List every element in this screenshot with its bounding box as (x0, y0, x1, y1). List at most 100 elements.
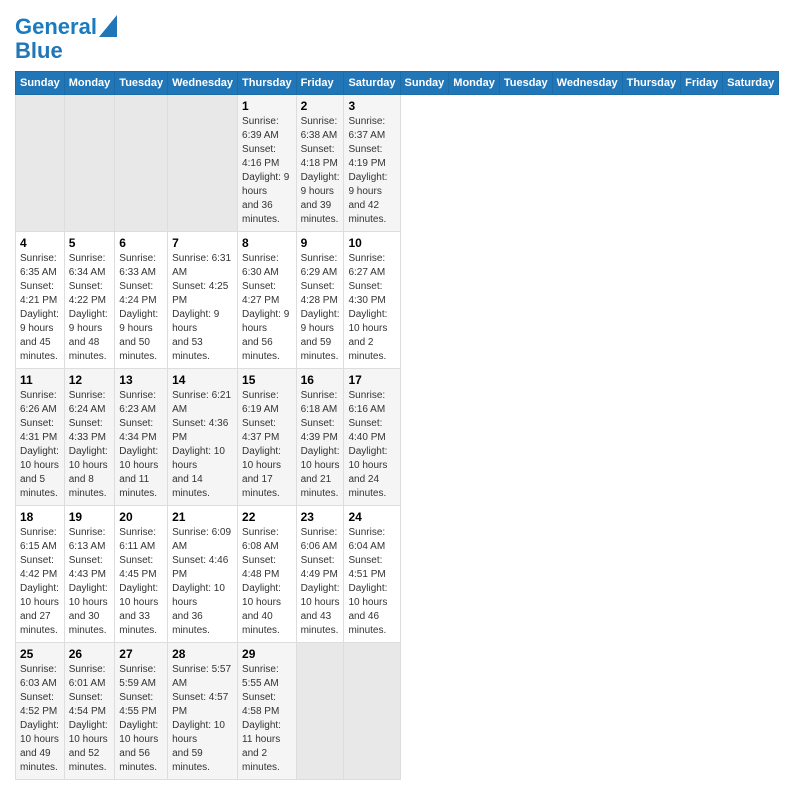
day-number: 10 (348, 236, 395, 250)
calendar-cell: 28 Sunrise: 5:57 AMSunset: 4:57 PMDayligh… (168, 643, 238, 780)
day-info: Sunrise: 6:27 AMSunset: 4:30 PMDaylight:… (348, 252, 395, 364)
day-info: Sunrise: 6:21 AMSunset: 4:36 PMDaylight:… (172, 389, 233, 501)
day-info: Sunrise: 5:55 AMSunset: 4:58 PMDaylight:… (242, 663, 292, 775)
calendar-cell: 5 Sunrise: 6:34 AMSunset: 4:22 PMDaylight… (64, 232, 115, 369)
day-info: Sunrise: 6:08 AMSunset: 4:48 PMDaylight:… (242, 526, 292, 638)
calendar-cell: 8Sunrise: 6:30 AMSunset: 4:27 PMDaylight… (238, 232, 297, 369)
logo-blue-text: Blue (15, 39, 63, 63)
calendar-cell: 27 Sunrise: 5:59 AMSunset: 4:55 PMDayligh… (115, 643, 168, 780)
calendar-cell (344, 643, 400, 780)
day-info: Sunrise: 6:13 AMSunset: 4:43 PMDaylight:… (69, 526, 111, 638)
day-info: Sunrise: 6:06 AMSunset: 4:49 PMDaylight:… (301, 526, 340, 638)
day-of-week-header: Thursday (622, 72, 681, 95)
day-of-week-header: Wednesday (168, 72, 238, 95)
day-info: Sunrise: 6:31 AMSunset: 4:25 PMDaylight:… (172, 252, 233, 364)
day-of-week-header: Wednesday (552, 72, 622, 95)
calendar-cell: 1 Sunrise: 6:39 AMSunset: 4:16 PMDaylight… (238, 95, 297, 232)
day-info: Sunrise: 6:33 AMSunset: 4:24 PMDaylight:… (119, 252, 163, 364)
day-number: 26 (69, 647, 111, 661)
calendar-cell: 17 Sunrise: 6:16 AMSunset: 4:40 PMDayligh… (344, 369, 400, 506)
day-number: 27 (119, 647, 163, 661)
calendar-cell: 13 Sunrise: 6:23 AMSunset: 4:34 PMDayligh… (115, 369, 168, 506)
day-number: 28 (172, 647, 233, 661)
day-number: 12 (69, 373, 111, 387)
day-of-week-header: Friday (296, 72, 344, 95)
calendar-cell: 26 Sunrise: 6:01 AMSunset: 4:54 PMDayligh… (64, 643, 115, 780)
day-number: 11 (20, 373, 60, 387)
calendar-table: SundayMondayTuesdayWednesdayThursdayFrid… (15, 71, 779, 780)
calendar-cell: 22 Sunrise: 6:08 AMSunset: 4:48 PMDayligh… (238, 506, 297, 643)
day-of-week-header: Thursday (238, 72, 297, 95)
day-number: 1 (242, 99, 292, 113)
calendar-cell: 16 Sunrise: 6:18 AMSunset: 4:39 PMDayligh… (296, 369, 344, 506)
day-number: 3 (348, 99, 395, 113)
day-info: Sunrise: 6:01 AMSunset: 4:54 PMDaylight:… (69, 663, 111, 775)
calendar-cell (296, 643, 344, 780)
day-info: Sunrise: 6:34 AMSunset: 4:22 PMDaylight:… (69, 252, 111, 364)
day-info: Sunrise: 6:37 AMSunset: 4:19 PMDaylight:… (348, 115, 395, 227)
day-info: Sunrise: 6:18 AMSunset: 4:39 PMDaylight:… (301, 389, 340, 501)
calendar-week-row: 1 Sunrise: 6:39 AMSunset: 4:16 PMDaylight… (16, 95, 779, 232)
day-number: 9 (301, 236, 340, 250)
calendar-week-row: 18Sunrise: 6:15 AMSunset: 4:42 PMDayligh… (16, 506, 779, 643)
calendar-cell: 7 Sunrise: 6:31 AMSunset: 4:25 PMDaylight… (168, 232, 238, 369)
day-number: 23 (301, 510, 340, 524)
calendar-cell: 15 Sunrise: 6:19 AMSunset: 4:37 PMDayligh… (238, 369, 297, 506)
day-info: Sunrise: 5:57 AMSunset: 4:57 PMDaylight:… (172, 663, 233, 775)
day-of-week-header: Tuesday (499, 72, 552, 95)
day-info: Sunrise: 6:11 AMSunset: 4:45 PMDaylight:… (119, 526, 163, 638)
calendar-cell: 9 Sunrise: 6:29 AMSunset: 4:28 PMDaylight… (296, 232, 344, 369)
day-of-week-header: Sunday (400, 72, 449, 95)
day-number: 7 (172, 236, 233, 250)
day-number: 21 (172, 510, 233, 524)
day-number: 17 (348, 373, 395, 387)
day-number: 18 (20, 510, 60, 524)
day-of-week-header: Friday (681, 72, 723, 95)
calendar-week-row: 25Sunrise: 6:03 AMSunset: 4:52 PMDayligh… (16, 643, 779, 780)
calendar-week-row: 4 Sunrise: 6:35 AMSunset: 4:21 PMDaylight… (16, 232, 779, 369)
day-number: 15 (242, 373, 292, 387)
calendar-cell: 6 Sunrise: 6:33 AMSunset: 4:24 PMDaylight… (115, 232, 168, 369)
day-info: Sunrise: 5:59 AMSunset: 4:55 PMDaylight:… (119, 663, 163, 775)
day-number: 25 (20, 647, 60, 661)
calendar-cell: 11 Sunrise: 6:26 AMSunset: 4:31 PMDayligh… (16, 369, 65, 506)
calendar-cell (64, 95, 115, 232)
day-info: Sunrise: 6:16 AMSunset: 4:40 PMDaylight:… (348, 389, 395, 501)
day-of-week-header: Sunday (16, 72, 65, 95)
day-number: 4 (20, 236, 60, 250)
calendar-cell: 12 Sunrise: 6:24 AMSunset: 4:33 PMDayligh… (64, 369, 115, 506)
calendar-week-row: 11 Sunrise: 6:26 AMSunset: 4:31 PMDayligh… (16, 369, 779, 506)
calendar-cell: 19 Sunrise: 6:13 AMSunset: 4:43 PMDayligh… (64, 506, 115, 643)
calendar-cell: 18Sunrise: 6:15 AMSunset: 4:42 PMDayligh… (16, 506, 65, 643)
day-info: Sunrise: 6:35 AMSunset: 4:21 PMDaylight:… (20, 252, 60, 364)
day-number: 6 (119, 236, 163, 250)
day-number: 19 (69, 510, 111, 524)
calendar-cell: 25Sunrise: 6:03 AMSunset: 4:52 PMDayligh… (16, 643, 65, 780)
calendar-cell (168, 95, 238, 232)
day-number: 20 (119, 510, 163, 524)
day-number: 16 (301, 373, 340, 387)
day-number: 14 (172, 373, 233, 387)
day-info: Sunrise: 6:24 AMSunset: 4:33 PMDaylight:… (69, 389, 111, 501)
day-info: Sunrise: 6:09 AMSunset: 4:46 PMDaylight:… (172, 526, 233, 638)
calendar-cell (115, 95, 168, 232)
day-of-week-header: Monday (449, 72, 500, 95)
day-info: Sunrise: 6:39 AMSunset: 4:16 PMDaylight:… (242, 115, 292, 227)
day-info: Sunrise: 6:26 AMSunset: 4:31 PMDaylight:… (20, 389, 60, 501)
logo-text: General (15, 15, 97, 39)
day-info: Sunrise: 6:04 AMSunset: 4:51 PMDaylight:… (348, 526, 395, 638)
logo: General Blue (15, 15, 117, 63)
day-of-week-header: Saturday (344, 72, 400, 95)
day-info: Sunrise: 6:23 AMSunset: 4:34 PMDaylight:… (119, 389, 163, 501)
day-info: Sunrise: 6:38 AMSunset: 4:18 PMDaylight:… (301, 115, 340, 227)
day-of-week-header: Saturday (723, 72, 779, 95)
day-info: Sunrise: 6:29 AMSunset: 4:28 PMDaylight:… (301, 252, 340, 364)
day-number: 8 (242, 236, 292, 250)
calendar-cell: 20 Sunrise: 6:11 AMSunset: 4:45 PMDayligh… (115, 506, 168, 643)
day-info: Sunrise: 6:19 AMSunset: 4:37 PMDaylight:… (242, 389, 292, 501)
day-number: 5 (69, 236, 111, 250)
calendar-cell: 24Sunrise: 6:04 AMSunset: 4:51 PMDayligh… (344, 506, 400, 643)
day-number: 13 (119, 373, 163, 387)
day-number: 29 (242, 647, 292, 661)
day-number: 22 (242, 510, 292, 524)
